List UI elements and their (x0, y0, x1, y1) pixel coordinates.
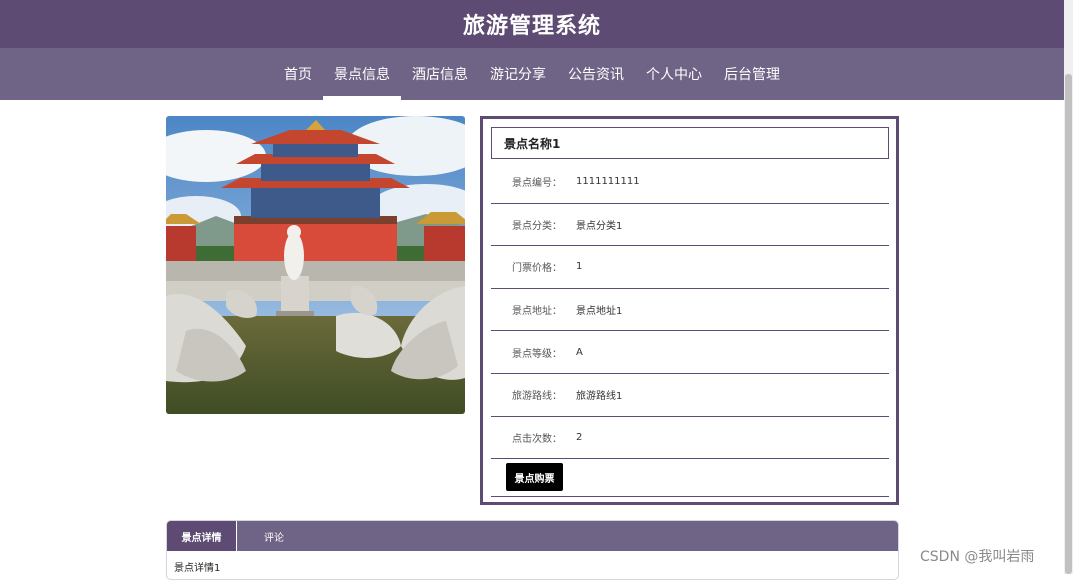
nav-item-admin[interactable]: 后台管理 (713, 48, 791, 100)
field-row-clicks: 点击次数： 2 (491, 417, 889, 460)
watermark: CSDN @我叫岩雨 (920, 549, 1035, 565)
field-label: 景点等级： (512, 348, 562, 360)
field-label: 景点编号： (512, 178, 562, 190)
tab-header: 景点详情 评论 (167, 521, 898, 551)
site-header: 旅游管理系统 (0, 0, 1064, 48)
nav-item-personal-center[interactable]: 个人中心 (635, 48, 713, 100)
tab-attraction-details[interactable]: 景点详情 (167, 521, 237, 551)
nav-item-attractions[interactable]: 景点信息 (323, 48, 401, 100)
field-label: 旅游路线： (512, 391, 562, 403)
field-label: 点击次数： (512, 433, 562, 445)
field-label: 景点地址： (512, 306, 562, 318)
field-value: 2 (576, 431, 583, 443)
tab-content: 景点详情1 (174, 563, 221, 574)
field-value: 1111111111 (576, 176, 640, 188)
site-title: 旅游管理系统 (462, 14, 601, 39)
field-row-price: 门票价格： 1 (491, 246, 889, 289)
field-row-address: 景点地址： 景点地址1 (491, 289, 889, 332)
tab-comments[interactable]: 评论 (237, 521, 311, 551)
field-row-route: 旅游路线： 旅游路线1 (491, 374, 889, 417)
nav-item-hotels[interactable]: 酒店信息 (401, 48, 479, 100)
field-label: 景点分类： (512, 220, 562, 232)
field-row-category: 景点分类： 景点分类1 (491, 204, 889, 247)
main-nav: 首页 景点信息 酒店信息 游记分享 公告资讯 个人中心 后台管理 (0, 48, 1064, 100)
nav-item-announcements[interactable]: 公告资讯 (557, 48, 635, 100)
nav-item-travelogues[interactable]: 游记分享 (479, 48, 557, 100)
field-value: A (576, 346, 583, 358)
field-value: 景点分类1 (576, 220, 623, 232)
attraction-name: 景点名称1 (491, 127, 889, 159)
field-label: 门票价格： (512, 263, 562, 275)
detail-tabs: 景点详情 评论 景点详情1 (166, 520, 899, 580)
field-value: 1 (576, 261, 583, 273)
scrollbar-thumb[interactable] (1065, 74, 1072, 574)
buy-ticket-button[interactable]: 景点购票 (506, 463, 563, 491)
page-scrollbar[interactable] (1064, 0, 1073, 574)
field-row-level: 景点等级： A (491, 331, 889, 374)
field-value: 景点地址1 (576, 306, 623, 318)
field-value: 旅游路线1 (576, 391, 623, 403)
nav-item-home[interactable]: 首页 (273, 48, 323, 100)
buy-area: 景点购票 (491, 459, 889, 497)
field-row-id: 景点编号： 1111111111 (491, 161, 889, 204)
attraction-photo (166, 116, 465, 414)
attraction-info-panel: 景点名称1 景点编号： 1111111111 景点分类： 景点分类1 门票价格：… (480, 116, 899, 505)
